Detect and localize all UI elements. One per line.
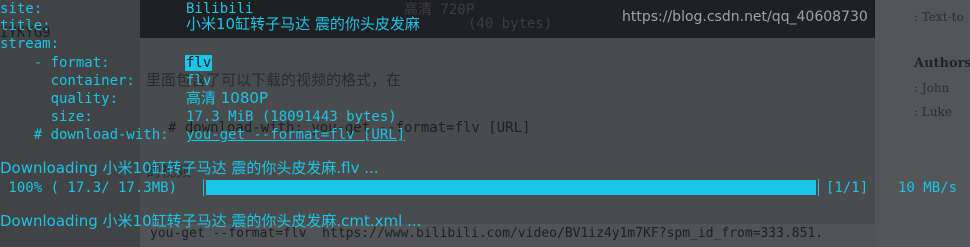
- title-key: title:: [0, 18, 51, 34]
- container-value: flv: [186, 73, 212, 89]
- progress-speed: 10 MB/s: [898, 180, 958, 196]
- bg-paragraph: 里面包含了可以下载的视频的格式，在: [146, 71, 402, 89]
- bg-sidebar-text: : Text-to: [914, 10, 964, 24]
- bg-bytes-text: (40 bytes): [468, 16, 553, 32]
- download-with-value: you-get --format=flv [URL]: [186, 127, 406, 143]
- download-progress-bar: [203, 179, 819, 196]
- downloading-xml-line: Downloading 小米10缸转子马达 震的你头皮发麻.cmt.xml ..…: [0, 212, 422, 230]
- stream-key: stream:: [0, 36, 60, 52]
- quality-key: quality:: [0, 91, 119, 107]
- bg-sidebar-john: : John: [914, 81, 950, 95]
- format-key: - format:: [0, 55, 110, 71]
- size-key: size:: [0, 109, 93, 125]
- container-key: container:: [0, 73, 135, 89]
- quality-value: 高清 1080P: [186, 89, 268, 107]
- progress-count: [1/1]: [826, 180, 869, 196]
- bg-sidebar-authors: Authors: [914, 56, 970, 71]
- right-sidebar: [875, 0, 970, 247]
- size-value: 17.3 MiB (18091443 bytes): [186, 109, 397, 125]
- format-value-highlight: flv: [185, 55, 213, 71]
- progress-percent: 100% ( 17.3/ 17.3MB): [0, 180, 186, 196]
- site-key: site:: [0, 1, 43, 17]
- download-with-key: # download-with:: [0, 127, 169, 143]
- format-value: flv: [185, 55, 213, 72]
- downloading-flv-line: Downloading 小米10缸转子马达 震的你头皮发麻.flv ...: [0, 159, 379, 177]
- bg-sidebar-luke: : Luke: [914, 105, 952, 119]
- csdn-watermark: https://blog.csdn.net/qq_40608730: [622, 9, 868, 25]
- title-value: 小米10缸转子马达 震的你头皮发麻: [186, 15, 420, 33]
- progress-fill: [206, 180, 816, 195]
